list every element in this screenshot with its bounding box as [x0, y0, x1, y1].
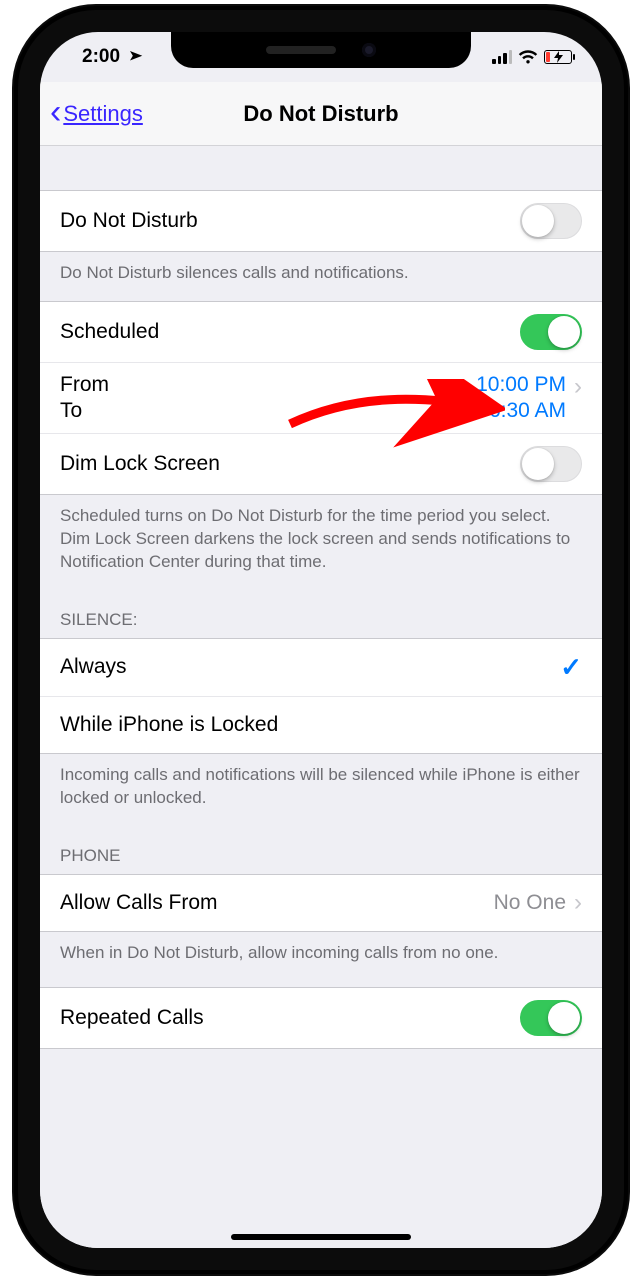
back-label: Settings: [63, 101, 143, 127]
dim-lock-screen-row[interactable]: Dim Lock Screen: [40, 433, 602, 495]
repeated-calls-label: Repeated Calls: [60, 1006, 520, 1030]
allow-calls-footer: When in Do Not Disturb, allow incoming c…: [40, 932, 602, 981]
dnd-toggle-row[interactable]: Do Not Disturb: [40, 190, 602, 252]
dnd-label: Do Not Disturb: [60, 209, 520, 233]
silence-header: SILENCE:: [40, 590, 602, 638]
dim-lock-screen-toggle[interactable]: [520, 446, 582, 482]
navigation-bar: ‹ Settings Do Not Disturb: [40, 82, 602, 146]
checkmark-icon: ✓: [560, 652, 582, 683]
chevron-right-icon: ›: [574, 373, 582, 423]
speaker-grille: [266, 46, 336, 54]
scheduled-toggle-row[interactable]: Scheduled: [40, 301, 602, 362]
cellular-signal-icon: [492, 50, 512, 64]
scheduled-footer: Scheduled turns on Do Not Disturb for th…: [40, 495, 602, 590]
silence-locked-row[interactable]: While iPhone is Locked: [40, 696, 602, 754]
wifi-icon: [518, 50, 538, 64]
silence-always-label: Always: [60, 655, 560, 679]
allow-calls-row[interactable]: Allow Calls From No One ›: [40, 874, 602, 932]
front-camera: [362, 43, 376, 57]
repeated-calls-row[interactable]: Repeated Calls: [40, 987, 602, 1049]
phone-frame: 2:00: [14, 6, 628, 1274]
from-value: 10:00 PM: [476, 373, 566, 397]
to-value: 6:30 AM: [489, 399, 566, 423]
location-icon: [119, 44, 145, 70]
phone-header: PHONE: [40, 826, 602, 874]
chevron-right-icon: ›: [574, 889, 582, 917]
notch: [171, 32, 471, 68]
page-title: Do Not Disturb: [243, 101, 398, 127]
from-label: From: [60, 373, 476, 397]
chevron-left-icon: ‹: [50, 112, 61, 116]
scheduled-label: Scheduled: [60, 320, 520, 344]
status-time: 2:00: [82, 46, 120, 68]
silence-locked-label: While iPhone is Locked: [60, 713, 582, 737]
scheduled-toggle[interactable]: [520, 314, 582, 350]
repeated-calls-toggle[interactable]: [520, 1000, 582, 1036]
dnd-toggle[interactable]: [520, 203, 582, 239]
home-indicator[interactable]: [231, 1234, 411, 1240]
dim-lock-screen-label: Dim Lock Screen: [60, 452, 520, 476]
allow-calls-label: Allow Calls From: [60, 891, 494, 915]
silence-always-row[interactable]: Always ✓: [40, 638, 602, 696]
allow-calls-value: No One: [494, 891, 566, 915]
settings-content[interactable]: Do Not Disturb Do Not Disturb silences c…: [40, 146, 602, 1248]
back-button[interactable]: ‹ Settings: [50, 82, 143, 145]
screen: 2:00: [40, 32, 602, 1248]
silence-footer: Incoming calls and notifications will be…: [40, 754, 602, 826]
dnd-footer: Do Not Disturb silences calls and notifi…: [40, 252, 602, 301]
to-label: To: [60, 399, 476, 423]
battery-icon: [544, 50, 572, 64]
schedule-time-row[interactable]: From To 10:00 PM 6:30 AM ›: [40, 362, 602, 433]
